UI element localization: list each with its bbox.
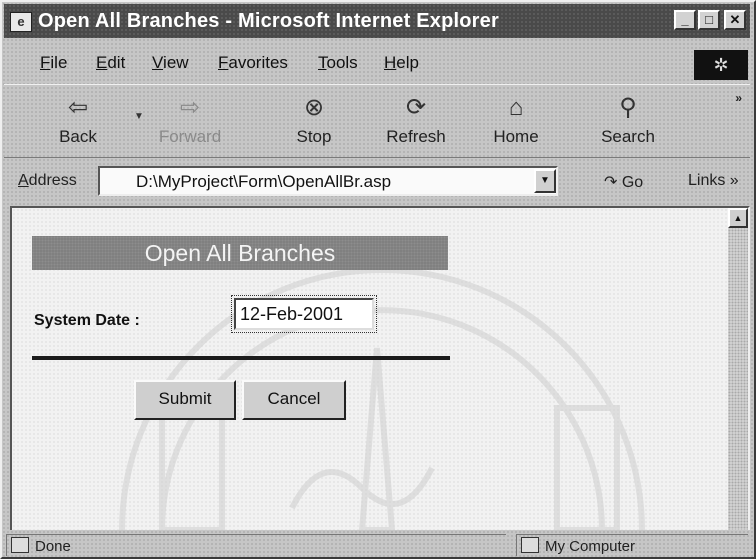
- address-bar: Address D:\MyProject\Form\OpenAllBr.asp …: [4, 162, 750, 200]
- forward-button[interactable]: ⇨ Forward: [150, 89, 230, 155]
- menu-help[interactable]: Help: [384, 53, 419, 73]
- stop-button[interactable]: ⊗ Stop: [274, 89, 354, 155]
- back-dropdown-icon[interactable]: ▼: [134, 111, 144, 122]
- links-button[interactable]: Links »: [688, 172, 739, 190]
- status-done-pane: Done: [6, 534, 506, 556]
- status-text: Done: [35, 538, 71, 555]
- home-button[interactable]: ⌂ Home: [476, 89, 556, 155]
- go-label: Go: [621, 174, 644, 191]
- page-done-icon: [11, 537, 29, 553]
- submit-button[interactable]: Submit: [134, 380, 236, 420]
- system-date-input[interactable]: 12-Feb-2001: [231, 295, 377, 333]
- stop-label: Stop: [296, 127, 332, 146]
- toolbar-chevron-icon[interactable]: »: [735, 91, 742, 105]
- title-bar[interactable]: e Open All Branches - Microsoft Internet…: [4, 4, 750, 38]
- window-title: Open All Branches - Microsoft Internet E…: [38, 10, 499, 32]
- refresh-label: Refresh: [386, 127, 446, 146]
- search-icon: ⚲: [619, 94, 637, 121]
- refresh-icon: ⟳: [405, 94, 427, 121]
- system-date-label: System Date :: [34, 312, 140, 329]
- close-button[interactable]: ✕: [724, 10, 746, 30]
- forward-label: Forward: [158, 127, 222, 146]
- address-label: Address: [18, 172, 77, 189]
- back-label: Back: [59, 127, 97, 146]
- status-bar: Done My Computer: [4, 532, 750, 556]
- refresh-button[interactable]: ⟳ Refresh: [376, 89, 456, 155]
- home-label: Home: [493, 127, 539, 146]
- menu-tools[interactable]: Tools: [318, 53, 358, 73]
- stop-icon: ⊗: [303, 94, 325, 121]
- menu-file[interactable]: File: [40, 53, 67, 73]
- cancel-button[interactable]: Cancel: [242, 380, 346, 420]
- search-label: Search: [601, 127, 655, 146]
- zone-text: My Computer: [545, 538, 636, 555]
- address-input[interactable]: D:\MyProject\Form\OpenAllBr.asp: [98, 166, 558, 196]
- search-button[interactable]: ⚲ Search: [588, 89, 668, 155]
- form-header: Open All Branches: [32, 236, 448, 270]
- menu-view[interactable]: View: [152, 53, 189, 73]
- status-zone-pane: My Computer: [516, 534, 748, 556]
- vertical-scrollbar[interactable]: [728, 208, 748, 530]
- divider-rule: [32, 356, 450, 360]
- back-arrow-icon: ⇦: [67, 94, 89, 121]
- forward-arrow-icon: ⇨: [179, 94, 201, 121]
- maximize-button[interactable]: □: [698, 10, 720, 30]
- menu-favorites[interactable]: Favorites: [218, 53, 288, 73]
- my-computer-icon: [521, 537, 539, 553]
- back-button[interactable]: ⇦ Back: [38, 89, 118, 155]
- menu-edit[interactable]: Edit: [96, 53, 125, 73]
- page-content: Open All Branches System Date : 12-Feb-2…: [10, 206, 750, 530]
- address-dropdown-button[interactable]: ▼: [534, 169, 556, 193]
- ie-app-icon[interactable]: e: [10, 12, 32, 32]
- go-arrow-icon: ↷: [604, 174, 622, 191]
- scroll-up-button[interactable]: ▲: [728, 208, 748, 228]
- home-icon: ⌂: [508, 94, 524, 121]
- go-button[interactable]: ↷ Go: [604, 172, 643, 192]
- standard-toolbar: ⇦ Back ▼ ⇨ Forward ⊗ Stop ⟳ Refresh ⌂ Ho…: [4, 84, 750, 158]
- menu-bar: File Edit View Favorites Tools Help ✲: [4, 44, 750, 80]
- windows-logo-icon: ✲: [694, 50, 748, 80]
- minimize-button[interactable]: _: [674, 10, 696, 30]
